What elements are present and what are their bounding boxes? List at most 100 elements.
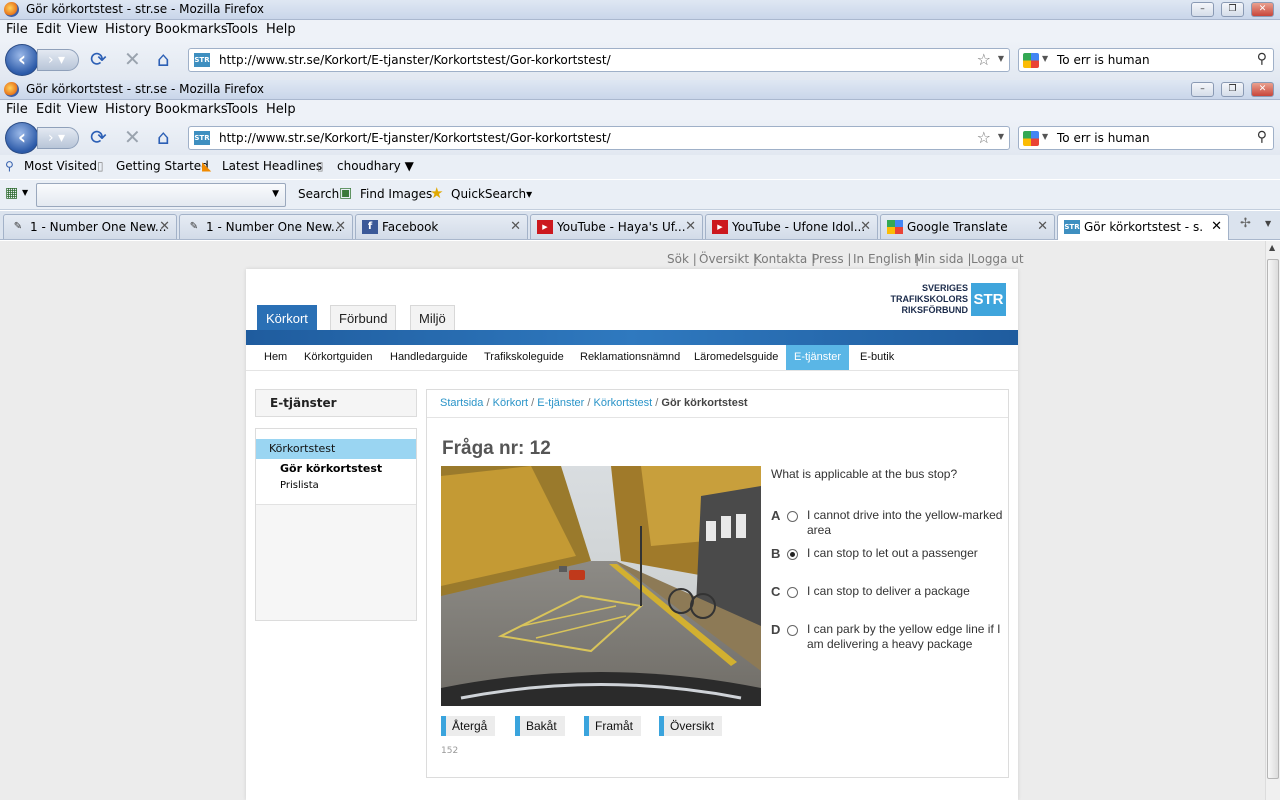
toolbar-dropdown-icon[interactable]: ▼	[22, 188, 28, 197]
close-tab-icon[interactable]: ✕	[1037, 219, 1048, 234]
combo-dropdown-icon[interactable]: ▼	[272, 189, 279, 199]
menu-bookmarks[interactable]: Bookmarks	[155, 102, 228, 117]
option-d-radio[interactable]	[787, 625, 798, 636]
tab-number-one-news-1[interactable]: ✎ 1 - Number One New... ✕	[3, 214, 177, 239]
menu-file-ghost[interactable]: File	[6, 22, 28, 37]
close-tab-icon[interactable]: ✕	[159, 219, 170, 234]
link-in-english[interactable]: In English |	[853, 252, 919, 266]
bookmark-choudhary[interactable]: choudhary ▼	[337, 159, 414, 173]
close-tab-icon[interactable]: ✕	[685, 219, 696, 234]
link-sok[interactable]: Sök |	[667, 252, 697, 266]
close-tab-icon[interactable]: ✕	[860, 219, 871, 234]
tab-list-icon[interactable]: ▼	[1265, 219, 1271, 228]
toolbar-search-button[interactable]: Search	[298, 187, 339, 201]
menu-view[interactable]: View	[67, 102, 98, 117]
sidebar-item-prislista[interactable]: Prislista	[280, 480, 319, 491]
home-icon[interactable]: ⌂	[157, 126, 170, 148]
str-logo[interactable]: SVERIGES TRAFIKSKOLORS RIKSFÖRBUND STR	[882, 283, 1006, 319]
magnifier-icon[interactable]: ⚲	[1257, 129, 1267, 145]
menu-history[interactable]: History	[105, 102, 151, 117]
back-button-ghost[interactable]: ‹	[5, 44, 39, 76]
forward-button[interactable]: › ▾	[37, 127, 79, 149]
atergå-button[interactable]: Återgå	[441, 716, 496, 736]
back-button[interactable]: ‹	[5, 122, 39, 154]
breadcrumb-e-tjanster[interactable]: E-tjänster	[537, 397, 584, 409]
link-logga-ut[interactable]: Logga ut	[971, 252, 1024, 266]
sidebar-item-gor-korkortstest[interactable]: Gör körkortstest	[280, 462, 382, 475]
close-tab-icon[interactable]: ✕	[510, 219, 521, 234]
subnav-hem[interactable]: Hem	[256, 345, 295, 370]
reload-icon-ghost[interactable]: ⟳	[90, 48, 107, 70]
vertical-scrollbar[interactable]: ▲	[1265, 241, 1280, 800]
close-tab-icon[interactable]: ✕	[1211, 219, 1222, 234]
option-a-radio[interactable]	[787, 511, 798, 522]
google-engine-icon-ghost[interactable]	[1023, 53, 1039, 68]
new-tab-icon[interactable]: ✢	[1240, 216, 1251, 231]
menu-edit-ghost[interactable]: Edit	[36, 22, 61, 37]
bookmark-most-visited[interactable]: Most Visited	[24, 159, 97, 173]
quicksearch-button[interactable]: QuickSearch▾	[451, 187, 532, 201]
menu-file[interactable]: File	[6, 102, 28, 117]
tab-forbund[interactable]: Förbund	[330, 305, 397, 330]
scroll-up-icon[interactable]: ▲	[1269, 243, 1275, 252]
forward-button-ghost[interactable]: › ▾	[37, 49, 79, 71]
menu-help-ghost[interactable]: Help	[266, 22, 296, 37]
bookmark-getting-started[interactable]: Getting Started	[116, 159, 209, 173]
link-press[interactable]: Press |	[812, 252, 851, 266]
close-tab-icon[interactable]: ✕	[335, 219, 346, 234]
home-icon-ghost[interactable]: ⌂	[157, 48, 170, 70]
menu-tools-ghost[interactable]: Tools	[226, 22, 258, 37]
url-dropdown-icon[interactable]: ▼	[998, 132, 1004, 141]
subnav-trafikskoleguide[interactable]: Trafikskoleguide	[476, 345, 572, 370]
film-icon[interactable]: ▦	[5, 185, 18, 201]
subnav-reklamationsnamnd[interactable]: Reklamationsnämnd	[572, 345, 688, 370]
tab-google-translate[interactable]: Google Translate ✕	[880, 214, 1055, 239]
google-engine-icon[interactable]	[1023, 131, 1039, 146]
menu-bookmarks-ghost[interactable]: Bookmarks	[155, 22, 228, 37]
bookmark-latest-headlines[interactable]: Latest Headlines	[222, 159, 322, 173]
menu-edit[interactable]: Edit	[36, 102, 61, 117]
url-bar[interactable]: STR http://www.str.se/Korkort/E-tjanster…	[188, 126, 1010, 150]
tab-gor-korkortstest[interactable]: STR Gör körkortstest - s... ✕	[1057, 214, 1229, 240]
subnav-laromedelsguide[interactable]: Läromedelsguide	[686, 345, 786, 370]
subnav-handledarguide[interactable]: Handledarguide	[382, 345, 476, 370]
close-button[interactable]: ✕	[1251, 82, 1274, 97]
subnav-e-tjanster[interactable]: E-tjänster	[786, 345, 850, 370]
bookmark-star-icon-ghost[interactable]: ☆	[977, 50, 991, 69]
tab-youtube-ufone[interactable]: ▶ YouTube - Ufone Idol... ✕	[705, 214, 878, 239]
url-bar-ghost[interactable]: STR http://www.str.se/Korkort/E-tjanster…	[188, 48, 1010, 72]
restore-button-ghost[interactable]: ❐	[1221, 2, 1244, 17]
tab-number-one-news-2[interactable]: ✎ 1 - Number One New... ✕	[179, 214, 353, 239]
url-dropdown-icon-ghost[interactable]: ▼	[998, 54, 1004, 63]
stop-icon-ghost[interactable]: ✕	[124, 48, 141, 70]
engine-dropdown-icon[interactable]: ▼	[1042, 132, 1048, 141]
breadcrumb-startsida[interactable]: Startsida	[440, 397, 483, 409]
restore-button[interactable]: ❐	[1221, 82, 1244, 97]
bakat-button[interactable]: Bakåt	[515, 716, 565, 736]
bookmark-star-icon[interactable]: ☆	[977, 128, 991, 147]
tab-miljo[interactable]: Miljö	[410, 305, 455, 330]
stop-icon[interactable]: ✕	[124, 126, 141, 148]
minimize-button-ghost[interactable]: –	[1191, 2, 1214, 17]
subnav-e-butik[interactable]: E-butik	[852, 345, 902, 370]
toolbar-search-combo[interactable]: ▼	[36, 183, 286, 207]
option-b-radio[interactable]	[787, 549, 798, 560]
subnav-korkortguiden[interactable]: Körkortguiden	[296, 345, 381, 370]
tab-youtube-haya[interactable]: ▶ YouTube - Haya's Uf... ✕	[530, 214, 703, 239]
close-button-ghost[interactable]: ✕	[1251, 2, 1274, 17]
search-bar-ghost[interactable]: ▼ To err is human ⚲	[1018, 48, 1274, 72]
minimize-button[interactable]: –	[1191, 82, 1214, 97]
oversikt-button[interactable]: Översikt	[659, 716, 723, 736]
breadcrumb-korkort[interactable]: Körkort	[493, 397, 528, 409]
reload-icon[interactable]: ⟳	[90, 126, 107, 148]
menu-tools[interactable]: Tools	[226, 102, 258, 117]
menu-help[interactable]: Help	[266, 102, 296, 117]
engine-dropdown-icon-ghost[interactable]: ▼	[1042, 54, 1048, 63]
find-images-button[interactable]: Find Images	[360, 187, 432, 201]
magnifier-icon-ghost[interactable]: ⚲	[1257, 51, 1267, 67]
sidebar-item-korkortstest[interactable]: Körkortstest	[256, 439, 416, 459]
framat-button[interactable]: Framåt	[584, 716, 642, 736]
link-kontakta[interactable]: Kontakta |	[754, 252, 815, 266]
option-c-radio[interactable]	[787, 587, 798, 598]
menu-view-ghost[interactable]: View	[67, 22, 98, 37]
